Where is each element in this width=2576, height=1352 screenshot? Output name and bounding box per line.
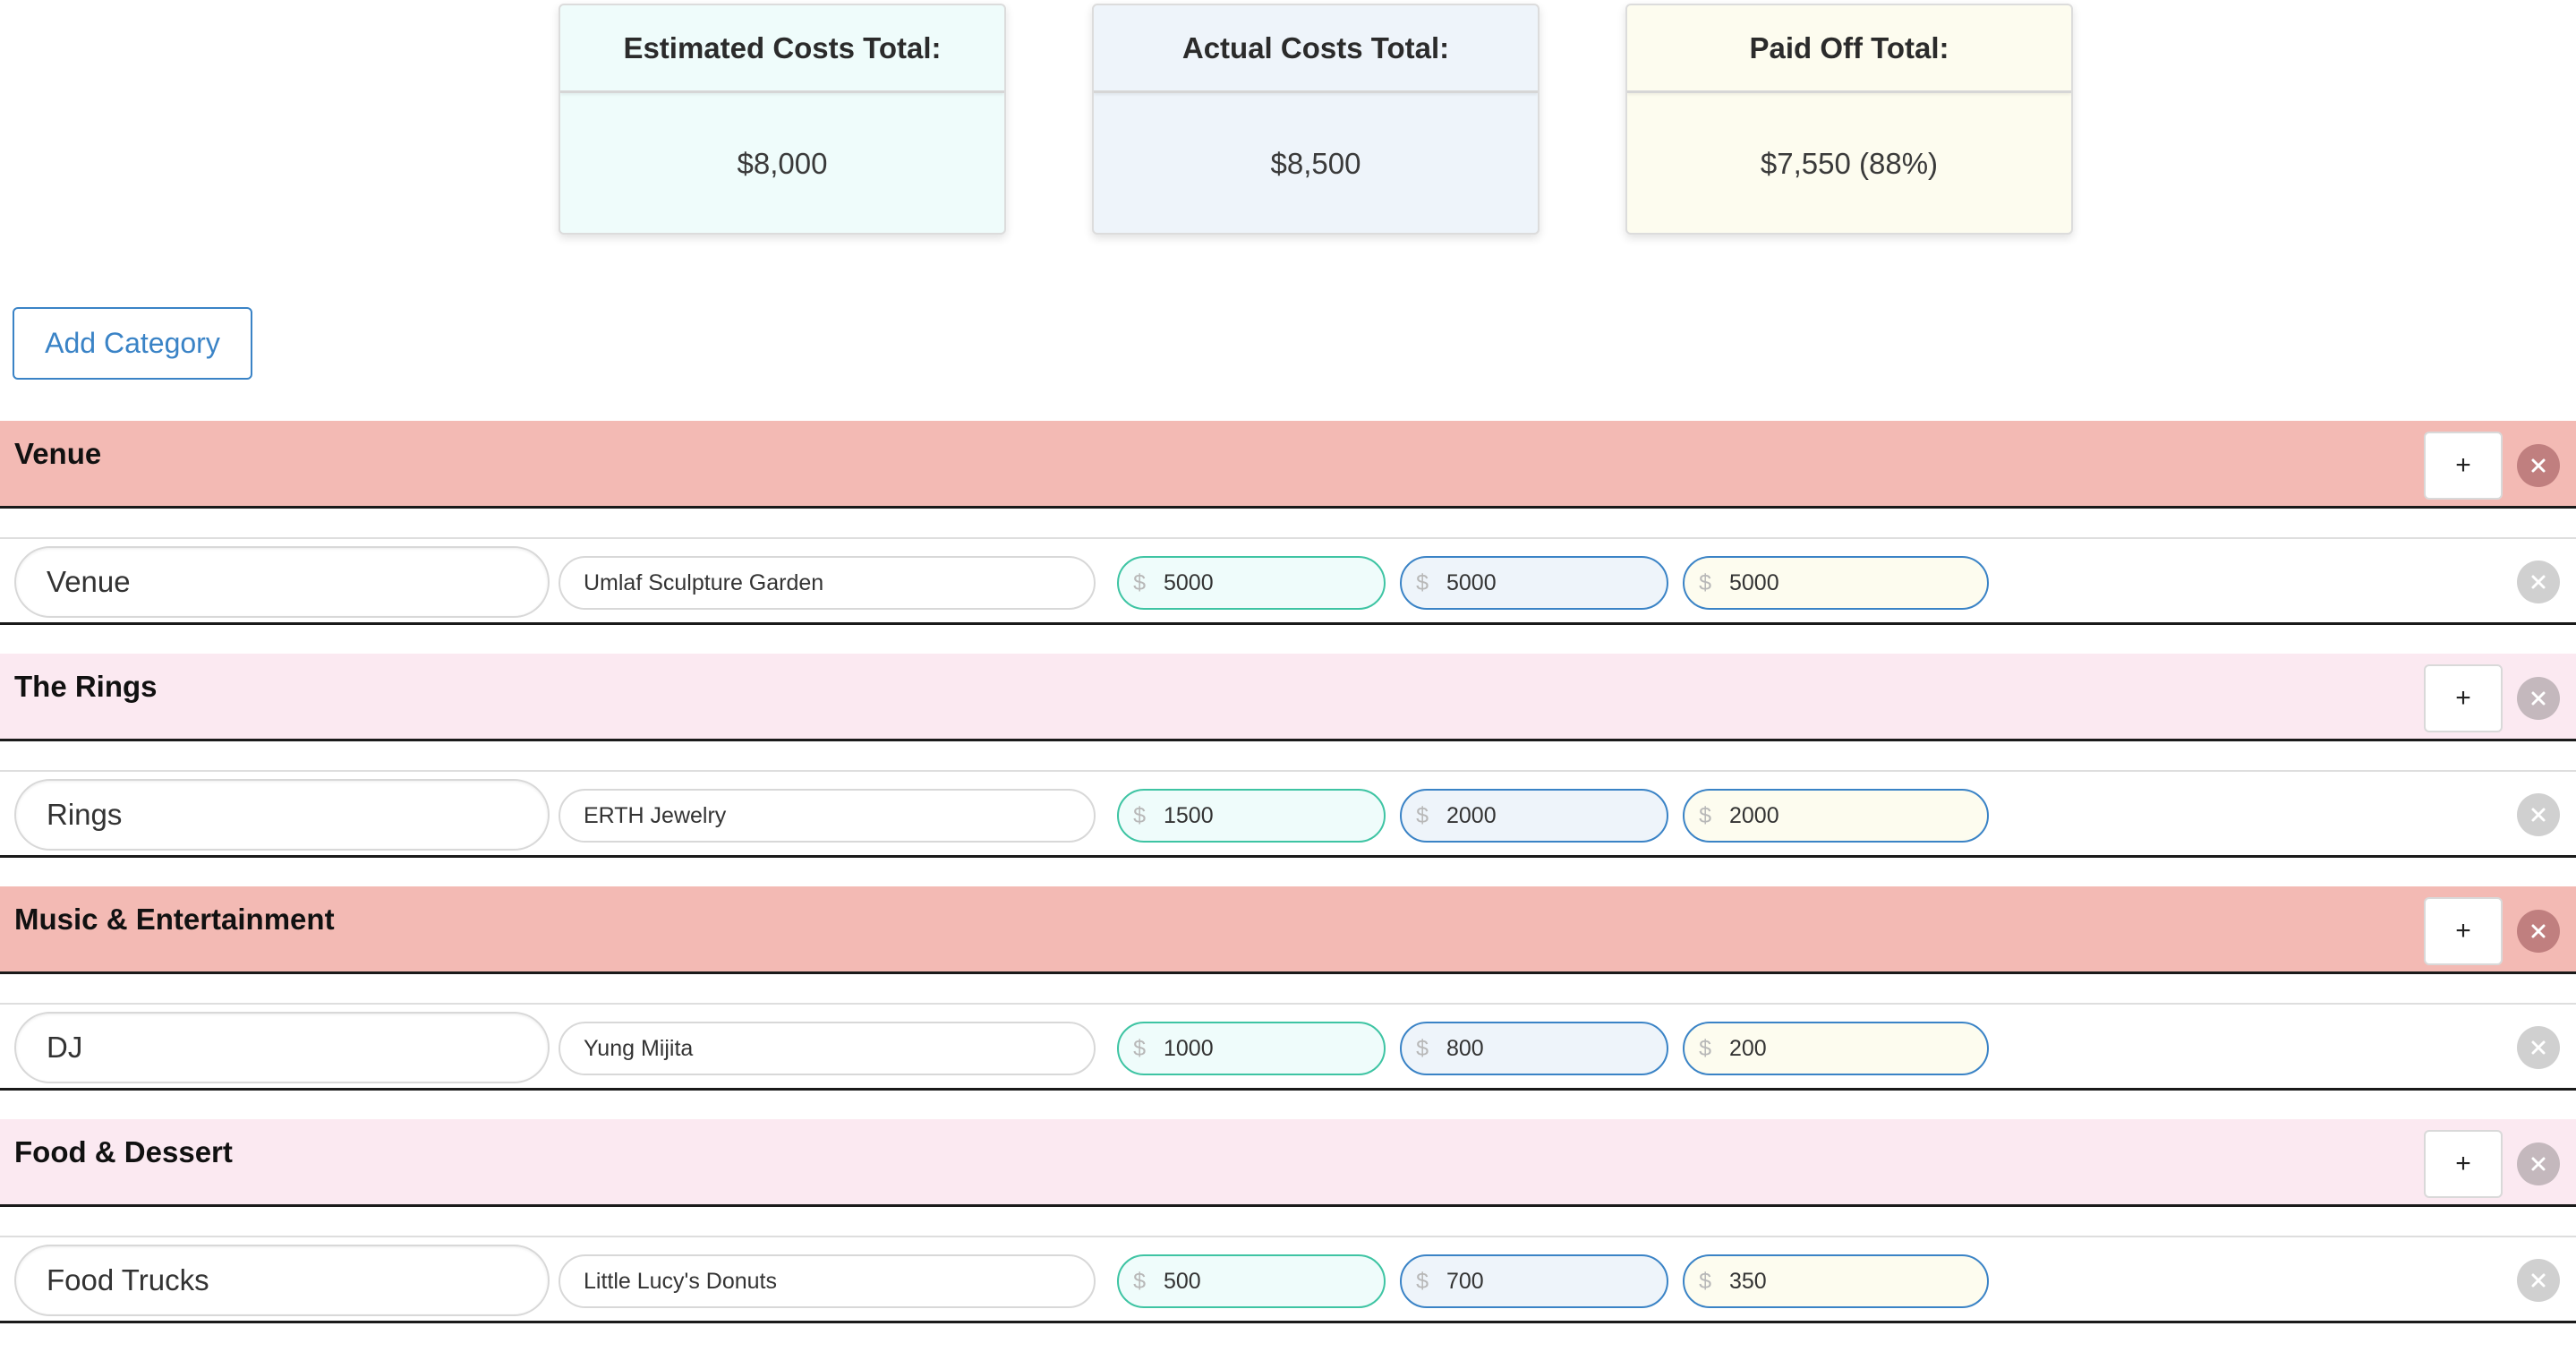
close-icon: [2531, 1040, 2546, 1055]
category-title: Venue: [14, 437, 102, 470]
category-header: Food & Dessert +: [0, 1119, 2576, 1207]
item-name-input[interactable]: Venue: [14, 546, 550, 618]
paid-amount-value: 2000: [1729, 802, 1779, 828]
close-icon: [2531, 1157, 2546, 1171]
estimated-costs-card: Estimated Costs Total: $8,000: [559, 4, 1006, 235]
item-row: Venue Umlaf Sculpture Garden $ 5000 $ 50…: [0, 537, 2576, 625]
delete-item-button[interactable]: [2517, 793, 2560, 836]
summary-cards: Estimated Costs Total: $8,000 Actual Cos…: [0, 4, 2576, 238]
paid-off-value: $7,550 (88%): [1760, 147, 1939, 180]
close-icon: [2531, 924, 2546, 938]
paid-off-card: Paid Off Total: $7,550 (88%): [1625, 4, 2073, 235]
estimated-cost-input[interactable]: $ 5000: [1117, 556, 1386, 610]
estimated-cost-input[interactable]: $ 500: [1117, 1254, 1386, 1308]
vendor-input[interactable]: Umlaf Sculpture Garden: [559, 556, 1096, 610]
actual-costs-label: Actual Costs Total:: [1094, 5, 1538, 93]
estimated-cost-value: 5000: [1164, 569, 1214, 595]
actual-cost-input[interactable]: $ 2000: [1400, 789, 1668, 843]
actual-costs-card: Actual Costs Total: $8,500: [1092, 4, 1540, 235]
vendor-input[interactable]: Little Lucy's Donuts: [559, 1254, 1096, 1308]
dollar-icon: $: [1699, 802, 1711, 828]
dollar-icon: $: [1416, 1035, 1429, 1061]
dollar-icon: $: [1699, 569, 1711, 595]
item-row: Food Trucks Little Lucy's Donuts $ 500 $…: [0, 1236, 2576, 1323]
estimated-costs-label: Estimated Costs Total:: [560, 5, 1004, 93]
vendor-input[interactable]: Yung Mijita: [559, 1022, 1096, 1075]
estimated-cost-value: 1500: [1164, 802, 1214, 828]
dollar-icon: $: [1416, 569, 1429, 595]
category-header: Venue +: [0, 421, 2576, 509]
actual-cost-value: 2000: [1446, 802, 1497, 828]
delete-item-button[interactable]: [2517, 1259, 2560, 1302]
dollar-icon: $: [1699, 1035, 1711, 1061]
dollar-icon: $: [1699, 1268, 1711, 1294]
delete-item-button[interactable]: [2517, 1026, 2560, 1069]
add-item-button[interactable]: +: [2424, 897, 2503, 965]
category-music-entertainment: Music & Entertainment + DJ Yung Mijita $…: [0, 886, 2576, 1119]
actual-cost-value: 5000: [1446, 569, 1497, 595]
estimated-cost-value: 500: [1164, 1268, 1201, 1294]
estimated-cost-input[interactable]: $ 1500: [1117, 789, 1386, 843]
estimated-cost-value: 1000: [1164, 1035, 1214, 1061]
dollar-icon: $: [1133, 569, 1146, 595]
category-food-dessert: Food & Dessert + Food Trucks Little Lucy…: [0, 1119, 2576, 1352]
item-name-input[interactable]: DJ: [14, 1012, 550, 1083]
vendor-input[interactable]: ERTH Jewelry: [559, 789, 1096, 843]
category-venue: Venue + Venue Umlaf Sculpture Garden $ 5…: [0, 421, 2576, 654]
actual-cost-input[interactable]: $ 800: [1400, 1022, 1668, 1075]
close-icon: [2531, 458, 2546, 473]
dollar-icon: $: [1416, 1268, 1429, 1294]
category-title: The Rings: [14, 670, 158, 703]
item-name-input[interactable]: Rings: [14, 779, 550, 851]
category-header: The Rings +: [0, 654, 2576, 741]
actual-cost-value: 800: [1446, 1035, 1484, 1061]
paid-off-label: Paid Off Total:: [1627, 5, 2071, 93]
category-list: Venue + Venue Umlaf Sculpture Garden $ 5…: [0, 421, 2576, 1352]
category-title: Music & Entertainment: [14, 903, 335, 936]
dollar-icon: $: [1416, 802, 1429, 828]
paid-amount-input[interactable]: $ 350: [1683, 1254, 1989, 1308]
dollar-icon: $: [1133, 1268, 1146, 1294]
paid-amount-value: 5000: [1729, 569, 1779, 595]
estimated-costs-value: $8,000: [737, 147, 828, 180]
category-the-rings: The Rings + Rings ERTH Jewelry $ 1500 $ …: [0, 654, 2576, 886]
actual-cost-input[interactable]: $ 700: [1400, 1254, 1668, 1308]
item-row: DJ Yung Mijita $ 1000 $ 800 $ 200: [0, 1003, 2576, 1091]
item-name-input[interactable]: Food Trucks: [14, 1245, 550, 1316]
actual-cost-value: 700: [1446, 1268, 1484, 1294]
add-category-button[interactable]: Add Category: [13, 307, 252, 380]
paid-amount-input[interactable]: $ 5000: [1683, 556, 1989, 610]
close-icon: [2531, 691, 2546, 706]
delete-category-button[interactable]: [2517, 910, 2560, 953]
estimated-cost-input[interactable]: $ 1000: [1117, 1022, 1386, 1075]
category-title: Food & Dessert: [14, 1135, 233, 1168]
add-item-button[interactable]: +: [2424, 1130, 2503, 1198]
actual-cost-input[interactable]: $ 5000: [1400, 556, 1668, 610]
close-icon: [2531, 1273, 2546, 1288]
delete-category-button[interactable]: [2517, 1142, 2560, 1185]
paid-amount-input[interactable]: $ 2000: [1683, 789, 1989, 843]
paid-amount-value: 350: [1729, 1268, 1767, 1294]
actual-costs-value: $8,500: [1270, 147, 1361, 180]
delete-item-button[interactable]: [2517, 560, 2560, 603]
add-item-button[interactable]: +: [2424, 432, 2503, 500]
item-row: Rings ERTH Jewelry $ 1500 $ 2000 $ 2000: [0, 770, 2576, 858]
delete-category-button[interactable]: [2517, 677, 2560, 720]
close-icon: [2531, 808, 2546, 822]
category-header: Music & Entertainment +: [0, 886, 2576, 974]
close-icon: [2531, 575, 2546, 589]
dollar-icon: $: [1133, 1035, 1146, 1061]
add-item-button[interactable]: +: [2424, 664, 2503, 732]
dollar-icon: $: [1133, 802, 1146, 828]
paid-amount-value: 200: [1729, 1035, 1767, 1061]
paid-amount-input[interactable]: $ 200: [1683, 1022, 1989, 1075]
delete-category-button[interactable]: [2517, 444, 2560, 487]
